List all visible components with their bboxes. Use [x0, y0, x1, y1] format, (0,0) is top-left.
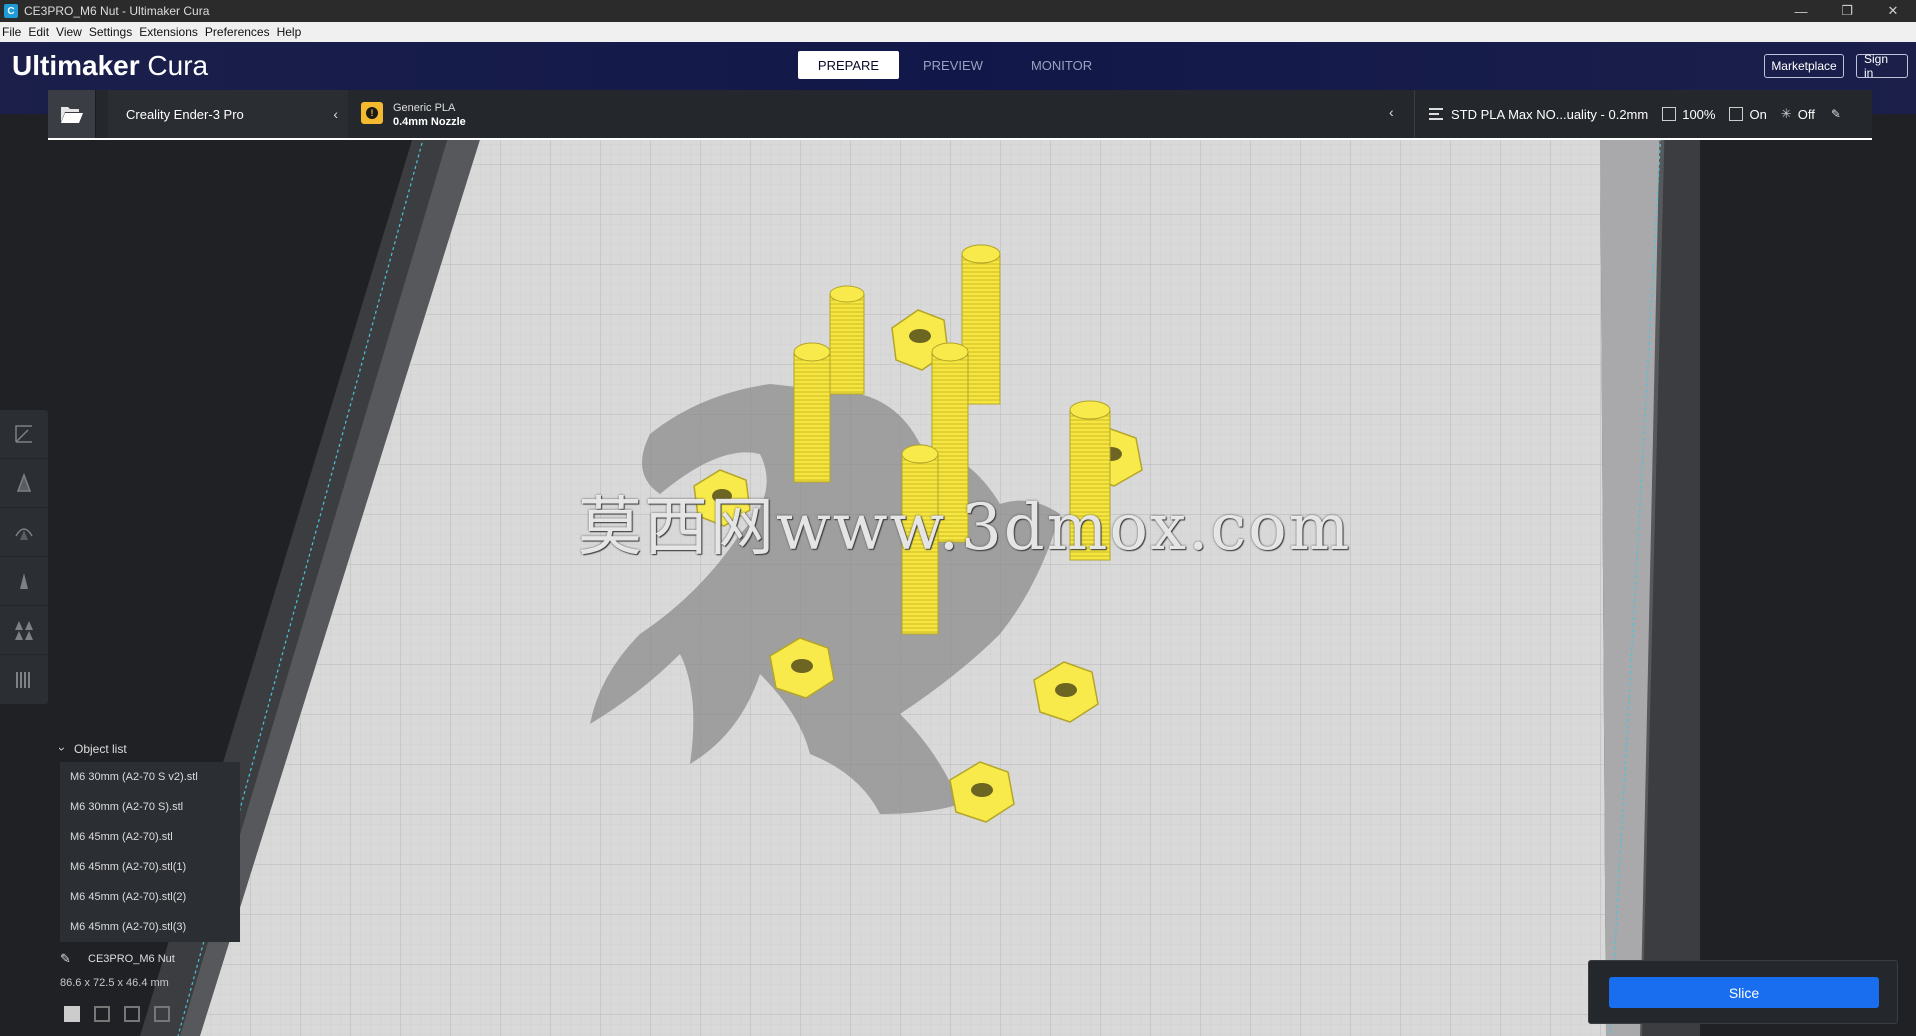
edit-job-name-icon[interactable]: ✎	[60, 951, 71, 967]
move-icon	[15, 425, 32, 443]
support-blocker-icon	[16, 671, 30, 688]
chevron-left-icon: ‹	[1389, 104, 1394, 120]
list-item[interactable]: M6 30mm (A2-70 S v2).stl	[60, 762, 240, 792]
machine-selector[interactable]: Creality Ender-3 Pro ‹	[108, 90, 348, 138]
menu-extensions[interactable]: Extensions	[139, 25, 198, 39]
open-file-button[interactable]	[48, 90, 96, 138]
restore-icon[interactable]: ❐	[1824, 0, 1870, 22]
profile-icon	[1429, 108, 1443, 120]
adhesion-value: Off	[1797, 106, 1815, 122]
3d-viewport[interactable]: 莫西网www.3dmox.com	[0, 114, 1916, 1036]
per-model-settings-icon	[15, 621, 33, 640]
action-panel: Slice	[1588, 960, 1898, 1024]
view-orientation-buttons	[64, 1006, 184, 1022]
per-model-settings-button[interactable]	[0, 606, 48, 655]
mirror-tool-button[interactable]	[0, 557, 48, 606]
infill-icon	[1662, 107, 1677, 121]
nozzle-size: 0.4mm Nozzle	[393, 116, 466, 128]
scale-icon	[16, 472, 32, 492]
menu-bar: File Edit View Settings Extensions Prefe…	[0, 22, 1916, 42]
rotate-tool-button[interactable]	[0, 508, 48, 557]
support-blocker-button[interactable]	[0, 655, 48, 704]
infill-value: 100%	[1682, 106, 1716, 122]
tab-preview[interactable]: PREVIEW	[899, 51, 1007, 79]
window-controls: — ❐ ✕	[1778, 0, 1916, 22]
watermark-text: 莫西网www.3dmox.com	[578, 491, 1352, 565]
brand-light: Cura	[147, 50, 209, 81]
pencil-icon: ✎	[1830, 107, 1841, 121]
brand-bold: Ultimaker	[12, 50, 140, 81]
list-item[interactable]: M6 45mm (A2-70).stl(1)	[60, 852, 240, 882]
tab-prepare[interactable]: PREPARE	[798, 51, 899, 79]
chevron-down-icon: ›	[55, 747, 69, 751]
3d-view-icon[interactable]	[64, 1006, 80, 1022]
adhesion-setting: ✳ Off	[1781, 106, 1815, 122]
profile-name: STD PLA Max NO...uality - 0.2mm	[1451, 106, 1649, 122]
support-value: On	[1749, 106, 1767, 122]
build-plate-scene	[140, 114, 1700, 1036]
close-icon[interactable]: ✕	[1870, 0, 1916, 22]
front-view-icon[interactable]	[94, 1006, 110, 1022]
machine-name: Creality Ender-3 Pro	[126, 106, 244, 122]
adhesion-icon: ✳	[1780, 106, 1792, 121]
list-item[interactable]: M6 30mm (A2-70 S).stl	[60, 792, 240, 822]
menu-edit[interactable]: Edit	[28, 25, 49, 39]
list-item[interactable]: M6 45mm (A2-70).stl	[60, 822, 240, 852]
left-view-icon[interactable]	[154, 1006, 170, 1022]
menu-help[interactable]: Help	[277, 25, 302, 39]
support-icon	[1729, 107, 1744, 121]
material-name: Generic PLA	[393, 102, 456, 114]
top-view-icon[interactable]	[124, 1006, 140, 1022]
brand-logo: Ultimaker Cura	[12, 50, 208, 82]
warning-icon: !	[361, 102, 383, 124]
object-list-toggle[interactable]: › Object list	[55, 742, 127, 756]
scale-tool-button[interactable]	[0, 459, 48, 508]
list-item[interactable]: M6 45mm (A2-70).stl(2)	[60, 882, 240, 912]
window-title: CE3PRO_M6 Nut - Ultimaker Cura	[24, 4, 210, 18]
object-list-title: Object list	[74, 742, 127, 756]
move-tool-button[interactable]	[0, 410, 48, 459]
chevron-left-icon: ‹	[333, 106, 338, 122]
list-item[interactable]: M6 45mm (A2-70).stl(3)	[60, 912, 240, 942]
menu-view[interactable]: View	[56, 25, 82, 39]
print-settings-selector[interactable]: STD PLA Max NO...uality - 0.2mm 100% On …	[1414, 90, 1872, 138]
slice-button[interactable]: Slice	[1609, 977, 1879, 1008]
object-list: M6 30mm (A2-70 S v2).stl M6 30mm (A2-70 …	[60, 762, 240, 942]
menu-settings[interactable]: Settings	[89, 25, 132, 39]
rotate-icon	[15, 528, 33, 540]
mirror-icon	[20, 573, 28, 589]
title-bar: C CE3PRO_M6 Nut - Ultimaker Cura — ❐ ✕	[0, 0, 1916, 22]
scene-dimensions: 86.6 x 72.5 x 46.4 mm	[60, 977, 169, 989]
marketplace-button[interactable]: Marketplace	[1764, 54, 1844, 78]
infill-setting: 100%	[1662, 107, 1715, 122]
sign-in-button[interactable]: Sign in	[1856, 52, 1908, 80]
minimize-icon[interactable]: —	[1778, 0, 1824, 22]
support-setting: On	[1729, 106, 1767, 122]
tool-panel	[0, 410, 48, 704]
job-name[interactable]: CE3PRO_M6 Nut	[88, 953, 175, 965]
cura-app-icon: C	[4, 4, 18, 18]
folder-open-icon	[60, 107, 83, 123]
warning-mark: !	[366, 107, 378, 119]
tab-monitor[interactable]: MONITOR	[1007, 51, 1116, 79]
material-selector[interactable]: ! Generic PLA 0.4mm Nozzle ‹	[349, 90, 1414, 138]
cura-window: { "window": { "title": "CE3PRO_M6 Nut - …	[0, 0, 1916, 1036]
menu-file[interactable]: File	[2, 25, 21, 39]
stage-tabs: PREPARE PREVIEW MONITOR	[798, 51, 1116, 79]
printer-setup-bar: Creality Ender-3 Pro ‹ ! Generic PLA 0.4…	[48, 90, 1872, 140]
menu-preferences[interactable]: Preferences	[205, 25, 270, 39]
